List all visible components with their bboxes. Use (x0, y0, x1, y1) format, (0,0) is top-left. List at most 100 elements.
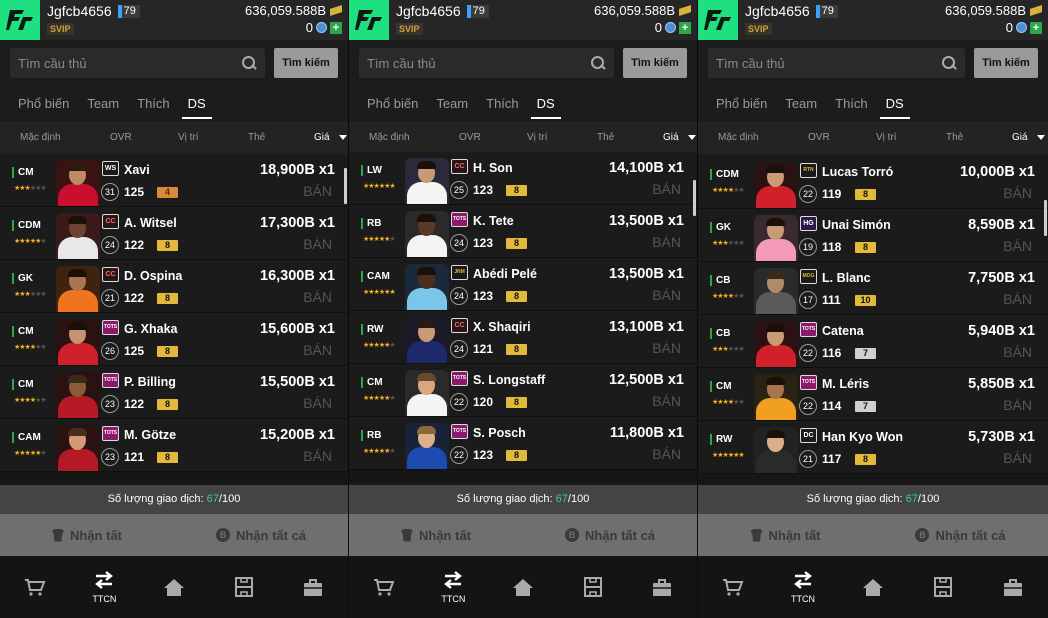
list-scrollbar[interactable] (693, 180, 696, 216)
claim-button[interactable]: Nhận tất (0, 514, 174, 556)
vip-badge[interactable]: SVIP (745, 23, 772, 35)
sort-default[interactable]: Mặc định (20, 132, 61, 143)
search-input[interactable] (367, 55, 590, 71)
player-list[interactable]: CDM ★★★★★★ RTN 22 Lucas Torró 119 8 10,0… (698, 156, 1048, 487)
player-row[interactable]: GK ★★★★★★ CC 21 D. Ospina 122 8 16,300B … (0, 260, 348, 313)
claim-button[interactable]: Nhận tất (698, 514, 873, 556)
username[interactable]: Jgfcb4656 (47, 3, 112, 19)
tab-phổ-biến[interactable]: Phổ biến (9, 86, 78, 121)
nav-market[interactable] (0, 556, 70, 618)
sell-button[interactable]: BÁN (652, 234, 681, 250)
search-input[interactable] (18, 55, 241, 71)
player-row[interactable]: RW ★★★★★★ CC 24 X. Shaqiri 121 8 13,100B… (349, 311, 697, 364)
nav-bag[interactable] (627, 556, 697, 618)
search-input[interactable] (716, 55, 941, 71)
search-icon[interactable] (241, 55, 257, 71)
player-row[interactable]: CDM ★★★★★★ CC 24 A. Witsel 122 8 17,300B… (0, 207, 348, 260)
sort-card[interactable]: Thẻ (597, 132, 614, 143)
player-row[interactable]: CM ★★★★★★ TOTS 26 G. Xhaka 125 8 15,600B… (0, 313, 348, 366)
sell-button[interactable]: BÁN (303, 289, 332, 305)
vip-badge[interactable]: SVIP (396, 23, 423, 35)
player-row[interactable]: LW ★★★★★★ CC 25 H. Son 123 8 14,100B x1 … (349, 152, 697, 205)
sell-button[interactable]: BÁN (1003, 450, 1032, 466)
sell-button[interactable]: BÁN (652, 340, 681, 356)
claim-button[interactable]: Nhận tất (349, 514, 523, 556)
sell-button[interactable]: BÁN (1003, 238, 1032, 254)
sell-button[interactable]: BÁN (303, 183, 332, 199)
username[interactable]: Jgfcb4656 (396, 3, 461, 19)
nav-trade[interactable]: TTCN (768, 556, 838, 618)
sort-ovr[interactable]: OVR (459, 132, 481, 143)
sort-position[interactable]: Vị trí (178, 132, 199, 143)
search-button[interactable]: Tìm kiếm (623, 48, 687, 78)
player-row[interactable]: CAM ★★★★★★ JNM 24 Abédi Pelé 123 8 13,50… (349, 258, 697, 311)
nav-trade[interactable]: TTCN (419, 556, 489, 618)
sort-ovr[interactable]: OVR (808, 132, 830, 143)
player-row[interactable]: RB ★★★★★★ TOTS 24 K. Tete 123 8 13,500B … (349, 205, 697, 258)
search-icon[interactable] (590, 55, 606, 71)
sell-button[interactable]: BÁN (652, 393, 681, 409)
nav-market[interactable] (698, 556, 768, 618)
app-logo[interactable] (698, 0, 738, 40)
claim-all-button[interactable]: B Nhận tất cả (873, 514, 1048, 556)
nav-home[interactable] (139, 556, 209, 618)
sell-button[interactable]: BÁN (1003, 291, 1032, 307)
sort-default[interactable]: Mặc định (369, 132, 410, 143)
sort-card[interactable]: Thẻ (946, 132, 963, 143)
player-row[interactable]: CB ★★★★★★ MOG 17 L. Blanc 111 10 7,750B … (698, 262, 1048, 315)
nav-home[interactable] (838, 556, 908, 618)
sort-position[interactable]: Vị trí (527, 132, 548, 143)
sort-price[interactable]: Giá (314, 132, 330, 143)
player-list[interactable]: LW ★★★★★★ CC 25 H. Son 123 8 14,100B x1 … (349, 152, 697, 483)
tab-team[interactable]: Team (776, 86, 826, 121)
sell-button[interactable]: BÁN (652, 287, 681, 303)
search-button[interactable]: Tìm kiếm (274, 48, 338, 78)
player-row[interactable]: CB ★★★★★★ TOTS 22 Catena 116 7 5,940B x1… (698, 315, 1048, 368)
tab-thích[interactable]: Thích (826, 86, 877, 121)
sell-button[interactable]: BÁN (303, 236, 332, 252)
tab-phổ-biến[interactable]: Phổ biến (358, 86, 427, 121)
player-row[interactable]: CM ★★★★★★ TOTS 23 P. Billing 122 8 15,50… (0, 366, 348, 419)
player-row[interactable]: RB ★★★★★★ TOTS 22 S. Posch 123 8 11,800B… (349, 417, 697, 470)
nav-squad[interactable] (209, 556, 279, 618)
nav-squad[interactable] (908, 556, 978, 618)
vip-badge[interactable]: SVIP (47, 23, 74, 35)
list-scrollbar[interactable] (1044, 200, 1047, 236)
sell-button[interactable]: BÁN (1003, 344, 1032, 360)
tab-team[interactable]: Team (78, 86, 128, 121)
nav-market[interactable] (349, 556, 419, 618)
player-list[interactable]: CM ★★★★★★ WS 31 Xavi 125 4 18,900B x1 BÁ… (0, 154, 348, 485)
player-row[interactable]: CM ★★★★★★ WS 31 Xavi 125 4 18,900B x1 BÁ… (0, 154, 348, 207)
sell-button[interactable]: BÁN (1003, 185, 1032, 201)
tab-team[interactable]: Team (427, 86, 477, 121)
tab-thích[interactable]: Thích (477, 86, 528, 121)
sort-ovr[interactable]: OVR (110, 132, 132, 143)
list-scrollbar[interactable] (344, 168, 347, 204)
player-row[interactable]: GK ★★★★★★ HG 19 Unai Simón 118 8 8,590B … (698, 209, 1048, 262)
player-row[interactable]: CM ★★★★★★ TOTS 22 S. Longstaff 120 8 12,… (349, 364, 697, 417)
add-points-button[interactable]: + (330, 21, 342, 34)
sell-button[interactable]: BÁN (303, 448, 332, 464)
tab-ds[interactable]: DS (179, 86, 215, 121)
search-button[interactable]: Tìm kiếm (974, 48, 1038, 78)
sell-button[interactable]: BÁN (652, 181, 681, 197)
sell-button[interactable]: BÁN (303, 395, 332, 411)
add-points-button[interactable]: + (1030, 21, 1042, 34)
sort-default[interactable]: Mặc định (718, 132, 759, 143)
app-logo[interactable] (349, 0, 389, 40)
sort-price[interactable]: Giá (663, 132, 679, 143)
app-logo[interactable] (0, 0, 40, 40)
sort-position[interactable]: Vị trí (876, 132, 897, 143)
nav-home[interactable] (488, 556, 558, 618)
player-row[interactable]: CDM ★★★★★★ RTN 22 Lucas Torró 119 8 10,0… (698, 156, 1048, 209)
tab-ds[interactable]: DS (877, 86, 913, 121)
tab-thích[interactable]: Thích (128, 86, 179, 121)
sell-button[interactable]: BÁN (303, 342, 332, 358)
add-points-button[interactable]: + (679, 21, 691, 34)
nav-squad[interactable] (558, 556, 628, 618)
claim-all-button[interactable]: B Nhận tất cả (174, 514, 348, 556)
sort-card[interactable]: Thẻ (248, 132, 265, 143)
search-icon[interactable] (941, 55, 957, 71)
username[interactable]: Jgfcb4656 (745, 3, 810, 19)
sell-button[interactable]: BÁN (1003, 397, 1032, 413)
